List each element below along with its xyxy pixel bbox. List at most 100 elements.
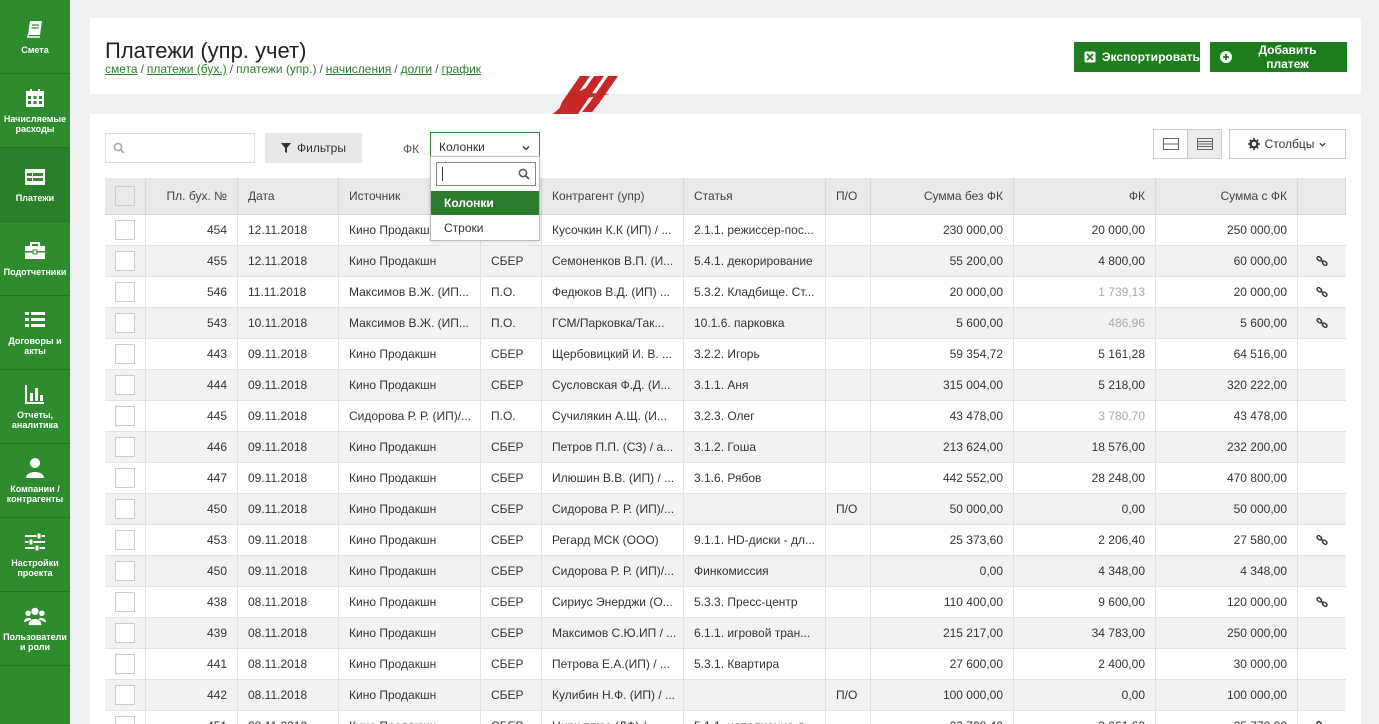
col-header-counterparty[interactable]: Контрагент (упр) [542,178,684,214]
payment-fk: 4 800,00 [1014,246,1156,276]
table-row[interactable]: 450 09.11.2018 Кино Продакшн СБЕР Сидорова Р… [105,556,1346,587]
col-header-fk[interactable]: ФК [1014,178,1156,214]
col-header-po[interactable]: П/О [826,178,871,214]
payment-po [826,587,871,617]
payment-fk: 2 400,00 [1014,649,1156,679]
breadcrumb: смета / платежи (бух.) / платежи (упр.) / начи… [105,62,481,76]
link-icon[interactable] [1316,286,1328,298]
sidebar-item-users[interactable]: Пользователи и роли [0,592,70,666]
col-header-number[interactable]: Пл. бух. № [146,178,238,214]
payment-account: П.О. [481,277,542,307]
crumb-schedule[interactable]: график [441,62,481,76]
row-checkbox[interactable] [115,468,135,488]
col-header-sum-with-fk[interactable]: Сумма с ФК [1156,178,1298,214]
table-row[interactable]: 445 09.11.2018 Сидорова Р. Р. (ИП)/... П.О.… [105,401,1346,432]
link-icon[interactable] [1316,534,1328,546]
row-checkbox[interactable] [115,561,135,581]
payment-fk: 18 576,00 [1014,432,1156,462]
row-actions-cell [1298,308,1346,338]
payment-counterparty: ГСМ/Парковка/Так... [542,308,684,338]
link-icon[interactable] [1316,317,1328,329]
row-checkbox[interactable] [115,375,135,395]
table-row[interactable]: 442 08.11.2018 Кино Продакшн СБЕР Кулибин Н.… [105,680,1346,711]
table-row[interactable]: 443 09.11.2018 Кино Продакшн СБЕР Щербовицки… [105,339,1346,370]
crumb-smeta[interactable]: смета [105,62,138,76]
col-header-sum-without-fk[interactable]: Сумма без ФК [871,178,1014,214]
view-columns-button[interactable] [1153,129,1188,159]
payment-article: 6.1.1. игровой тран... [684,618,826,648]
payment-sum-without-fk: 215 217,00 [871,618,1014,648]
col-header-article[interactable]: Статья [684,178,826,214]
sidebar-item-estimate[interactable]: Смета [0,0,70,74]
sidebar-item-payments[interactable]: Платежи [0,148,70,222]
link-icon[interactable] [1316,255,1328,267]
payment-sum-with-fk: 232 200,00 [1156,432,1298,462]
row-checkbox[interactable] [115,282,135,302]
sidebar-item-reports[interactable]: Отчеты, аналитика [0,370,70,444]
row-select-cell [105,494,146,524]
payment-date: 11.11.2018 [238,277,339,307]
table-row[interactable]: 447 09.11.2018 Кино Продакшн СБЕР Илюшин В.В… [105,463,1346,494]
table-row[interactable]: 439 08.11.2018 Кино Продакшн СБЕР Максимов С… [105,618,1346,649]
payment-number: 446 [146,432,238,462]
table-row[interactable]: 438 08.11.2018 Кино Продакшн СБЕР Сириус Эне… [105,587,1346,618]
filters-button[interactable]: Фильтры [265,133,362,163]
link-icon[interactable] [1316,720,1328,724]
table-row[interactable]: 446 09.11.2018 Кино Продакшн СБЕР Петров П.П… [105,432,1346,463]
sidebar-item-companies[interactable]: Компании / контрагенты [0,444,70,518]
row-checkbox[interactable] [115,251,135,271]
select-all-checkbox[interactable] [115,186,135,206]
crumb-debts[interactable]: долги [401,62,433,76]
payment-counterparty: Регард МСК (ООО) [542,525,684,555]
row-checkbox[interactable] [115,499,135,519]
table-row[interactable]: 454 12.11.2018 Кино Продакшн Кусочкин К.К (… [105,215,1346,246]
table-row[interactable]: 444 09.11.2018 Кино Продакшн СБЕР Сусловская… [105,370,1346,401]
payment-account: СБЕР [481,587,542,617]
table-row[interactable]: 453 09.11.2018 Кино Продакшн СБЕР Регард МСК… [105,525,1346,556]
payment-counterparty: Максимов С.Ю.ИП / ... [542,618,684,648]
add-payment-button[interactable]: Добавить платеж [1210,42,1347,72]
row-checkbox[interactable] [115,654,135,674]
row-checkbox[interactable] [115,313,135,333]
row-select-cell [105,215,146,245]
sidebar-item-contracts[interactable]: Договоры и акты [0,296,70,370]
crumb-payments-buh[interactable]: платежи (бух.) [147,62,227,76]
row-checkbox[interactable] [115,530,135,550]
col-header-date[interactable]: Дата [238,178,339,214]
crumb-accruals[interactable]: начисления [326,62,392,76]
row-checkbox[interactable] [115,685,135,705]
payment-source: Кино Продакшн [339,339,481,369]
table-row[interactable]: 546 11.11.2018 Максимов В.Ж. (ИП... П.О. Фед… [105,277,1346,308]
fk-select-value: Колонки [439,140,485,154]
row-checkbox[interactable] [115,220,135,240]
payment-account: СБЕР [481,339,542,369]
row-checkbox[interactable] [115,406,135,426]
row-checkbox[interactable] [115,592,135,612]
search-input[interactable] [105,133,255,163]
payment-account: СБЕР [481,525,542,555]
row-checkbox[interactable] [115,716,135,724]
sidebar-item-settings[interactable]: Настройки проекта [0,518,70,592]
link-icon[interactable] [1316,596,1328,608]
export-button[interactable]: Экспортировать [1074,42,1200,72]
sidebar-item-label: Платежи [15,192,55,203]
row-checkbox[interactable] [115,437,135,457]
row-checkbox[interactable] [115,623,135,643]
table-row[interactable]: 455 12.11.2018 Кино Продакшн СБЕР Семоненков… [105,246,1346,277]
table-row[interactable]: 441 08.11.2018 Кино Продакшн СБЕР Петрова Е.… [105,649,1346,680]
view-rows-button[interactable] [1187,129,1222,159]
table-row[interactable]: 45108.11.2018Кино ПродакшнСБЕРЦирк плюс … [105,711,1346,724]
payment-account: СБЕР [481,432,542,462]
payment-account: СБЕР [481,494,542,524]
table-icon [24,167,46,187]
sidebar-item-accrued-expenses[interactable]: Начисляемые расходы [0,74,70,148]
table-row[interactable]: 543 10.11.2018 Максимов В.Ж. (ИП... П.О. ГСМ… [105,308,1346,339]
dropdown-option-rows[interactable]: Строки [431,216,539,240]
columns-button[interactable]: Столбцы [1229,129,1346,159]
sidebar-item-accountable[interactable]: Подотчетники [0,222,70,296]
dropdown-search-input[interactable] [436,162,536,186]
payment-fk: 5 161,28 [1014,339,1156,369]
dropdown-option-columns[interactable]: Колонки [431,191,539,215]
table-row[interactable]: 450 09.11.2018 Кино Продакшн СБЕР Сидорова Р… [105,494,1346,525]
row-checkbox[interactable] [115,344,135,364]
